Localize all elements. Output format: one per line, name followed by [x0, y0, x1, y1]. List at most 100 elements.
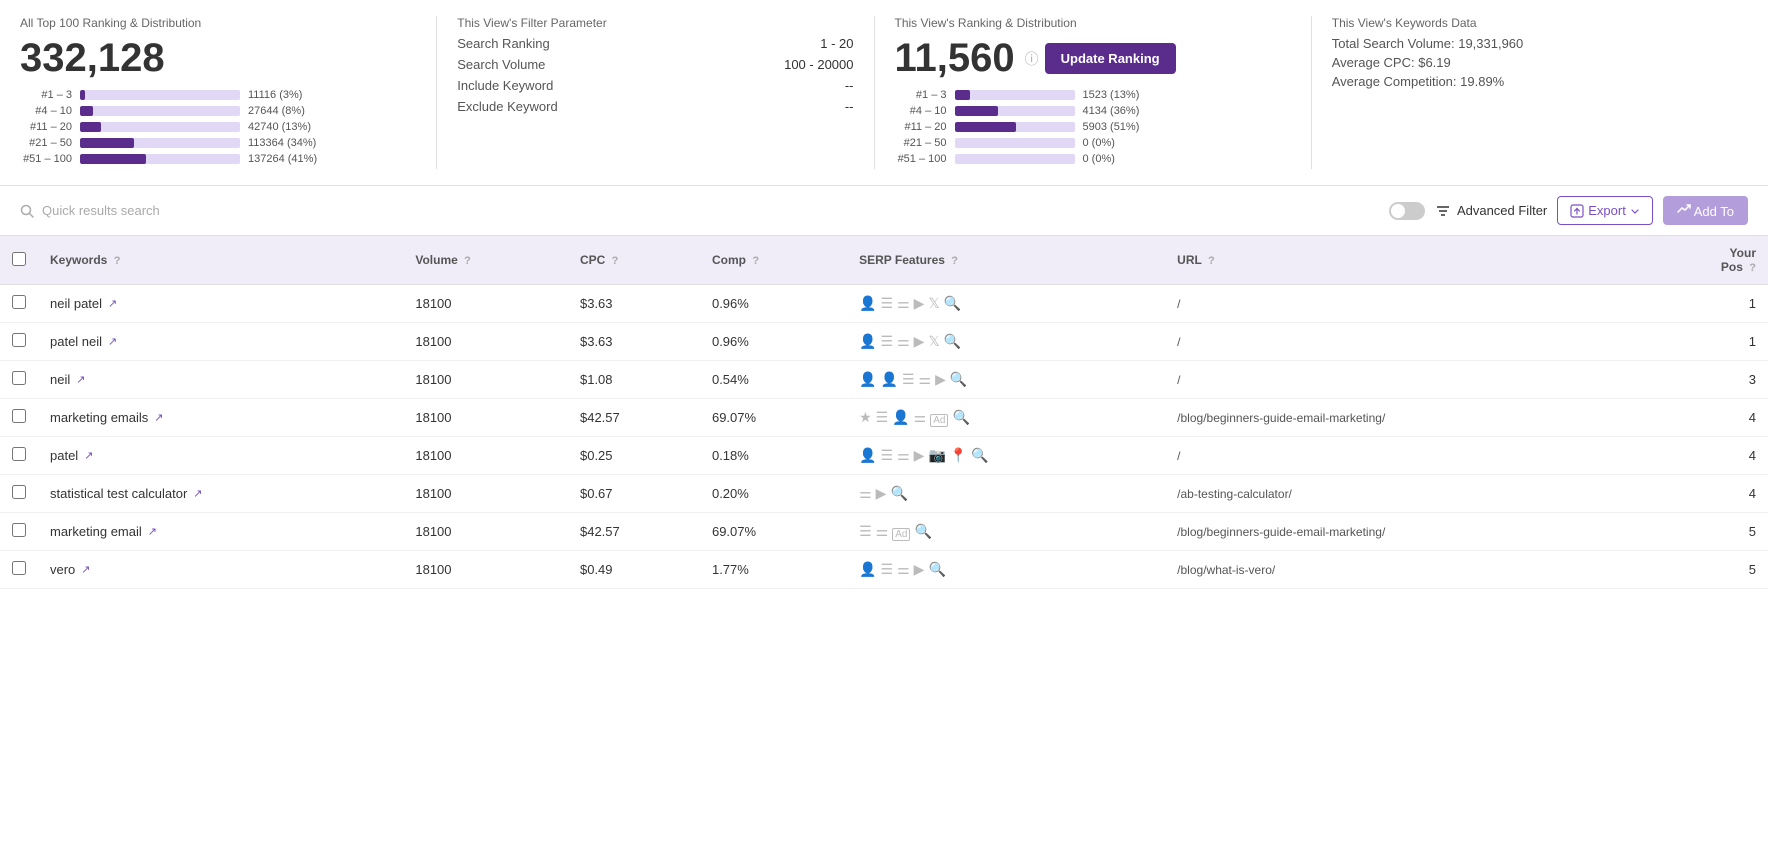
export-button[interactable]: Export — [1557, 196, 1653, 225]
th-url: URL ? — [1165, 236, 1645, 285]
bar-row: #51 – 100 137264 (41%) — [20, 153, 416, 165]
view-ranking-number: 11,560 — [895, 36, 1015, 81]
serp-help-icon[interactable]: ? — [951, 255, 958, 267]
keyword-link[interactable]: neil ↗ — [50, 372, 391, 387]
keyword-link[interactable]: neil patel ↗ — [50, 296, 391, 311]
pos-help-icon[interactable]: ? — [1749, 262, 1756, 274]
keyword-link[interactable]: marketing emails ↗ — [50, 410, 391, 425]
serp-icon-shuffle: ⚌ — [897, 447, 910, 464]
serp-icon-table: ☰ — [859, 523, 872, 540]
bar-fill-dark — [955, 122, 1016, 132]
row-checkbox-cell — [0, 361, 38, 399]
comp-help-icon[interactable]: ? — [752, 255, 759, 267]
serp-cell: ⚌▶🔍 — [847, 475, 1165, 513]
keyword-link[interactable]: statistical test calculator ↗ — [50, 486, 391, 501]
comp-cell: 0.18% — [700, 437, 847, 475]
search-input[interactable] — [42, 203, 1377, 218]
keyword-cell: marketing emails ↗ — [38, 399, 403, 437]
url-cell: /blog/beginners-guide-email-marketing/ — [1165, 399, 1645, 437]
serp-icon-play: ▶ — [914, 447, 925, 464]
row-checkbox[interactable] — [12, 333, 26, 347]
serp-icon-shuffle: ⚌ — [919, 371, 932, 388]
volume-cell: 18100 — [403, 475, 568, 513]
toggle-switch[interactable] — [1389, 202, 1425, 220]
keyword-link[interactable]: vero ↗ — [50, 562, 391, 577]
row-checkbox[interactable] — [12, 295, 26, 309]
search-box[interactable] — [20, 203, 1377, 218]
volume-help-icon[interactable]: ? — [464, 255, 471, 267]
serp-icon-table: ☰ — [881, 295, 894, 312]
cpc-help-icon[interactable]: ? — [612, 255, 619, 267]
bar-label: #51 – 100 — [895, 153, 947, 165]
row-checkbox[interactable] — [12, 485, 26, 499]
serp-cell: ☰⚌Ad🔍 — [847, 513, 1165, 551]
all-top100-bars: #1 – 3 11116 (3%) #4 – 10 27644 (8%) #11… — [20, 89, 416, 165]
select-all-checkbox[interactable] — [12, 252, 26, 266]
serp-icon-person2: 👤 — [881, 371, 898, 388]
keyword-link[interactable]: patel ↗ — [50, 448, 391, 463]
serp-cell: 👤👤☰⚌▶🔍 — [847, 361, 1165, 399]
info-icon[interactable]: ⓘ — [1025, 49, 1039, 69]
cpc-cell: $0.49 — [568, 551, 700, 589]
bar-fill-dark — [955, 90, 971, 100]
keywords-help-icon[interactable]: ? — [114, 255, 121, 267]
bar-fill-dark — [80, 122, 101, 132]
bar-value: 1523 (13%) — [1083, 89, 1140, 101]
view-ranking-bars: #1 – 3 1523 (13%) #4 – 10 4134 (36%) #11… — [895, 89, 1291, 165]
pos-cell: 5 — [1646, 513, 1768, 551]
pos-cell: 4 — [1646, 437, 1768, 475]
row-checkbox[interactable] — [12, 523, 26, 537]
comp-cell: 1.77% — [700, 551, 847, 589]
url-cell: / — [1165, 285, 1645, 323]
row-checkbox[interactable] — [12, 409, 26, 423]
serp-icon-shuffle: ⚌ — [876, 523, 889, 540]
th-pos: YourPos ? — [1646, 236, 1768, 285]
filter-param-panel: This View's Filter Parameter Search Rank… — [437, 16, 874, 169]
filter-param-title: This View's Filter Parameter — [457, 16, 853, 30]
filter-key: Include Keyword — [457, 78, 553, 93]
bar-row: #11 – 20 42740 (13%) — [20, 121, 416, 133]
serp-icon-table: ☰ — [881, 333, 894, 350]
filter-key: Exclude Keyword — [457, 99, 557, 114]
serp-cell: 👤☰⚌▶📷📍🔍 — [847, 437, 1165, 475]
serp-icon-twitter: 𝕏 — [928, 295, 939, 312]
serp-icon-search: 🔍 — [950, 371, 967, 388]
keyword-link[interactable]: patel neil ↗ — [50, 334, 391, 349]
cpc-cell: $3.63 — [568, 323, 700, 361]
advanced-filter-button[interactable]: Advanced Filter — [1435, 203, 1547, 219]
bar-label: #21 – 50 — [20, 137, 72, 149]
serp-icon-play: ▶ — [914, 333, 925, 350]
bar-row: #4 – 10 27644 (8%) — [20, 105, 416, 117]
bar-label: #51 – 100 — [20, 153, 72, 165]
bar-value: 11116 (3%) — [248, 89, 302, 101]
bar-fill-dark — [80, 90, 85, 100]
row-checkbox[interactable] — [12, 371, 26, 385]
keywords-table: Keywords ? Volume ? CPC ? Comp ? SERP Fe… — [0, 236, 1768, 589]
avg-comp: Average Competition: 19.89% — [1332, 74, 1728, 89]
update-ranking-button[interactable]: Update Ranking — [1045, 43, 1176, 74]
filter-val: 100 - 20000 — [784, 57, 853, 72]
row-checkbox[interactable] — [12, 447, 26, 461]
table-row: neil patel ↗ 18100 $3.63 0.96% 👤☰⚌▶𝕏🔍 / … — [0, 285, 1768, 323]
bar-track — [80, 106, 240, 116]
all-top100-number: 332,128 — [20, 36, 416, 81]
cpc-cell: $0.67 — [568, 475, 700, 513]
filter-val: 1 - 20 — [820, 36, 853, 51]
keyword-link[interactable]: marketing email ↗ — [50, 524, 391, 539]
row-checkbox-cell — [0, 475, 38, 513]
volume-cell: 18100 — [403, 513, 568, 551]
bar-value: 0 (0%) — [1083, 153, 1115, 165]
serp-icon-search: 🔍 — [928, 561, 945, 578]
url-cell: / — [1165, 437, 1645, 475]
th-volume: Volume ? — [403, 236, 568, 285]
row-checkbox[interactable] — [12, 561, 26, 575]
bar-track — [955, 90, 1075, 100]
url-help-icon[interactable]: ? — [1208, 255, 1215, 267]
add-to-button[interactable]: Add To — [1663, 196, 1748, 225]
external-link-icon: ↗ — [108, 335, 117, 348]
bar-track — [80, 122, 240, 132]
chevron-down-icon — [1630, 206, 1640, 216]
row-checkbox-cell — [0, 513, 38, 551]
cpc-cell: $42.57 — [568, 513, 700, 551]
serp-icon-person: 👤 — [859, 371, 876, 388]
